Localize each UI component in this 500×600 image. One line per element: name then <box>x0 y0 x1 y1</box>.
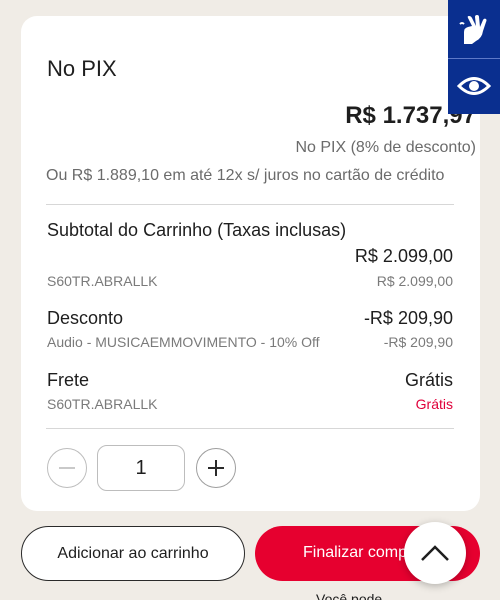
subtotal-label: Subtotal do Carrinho (Taxas inclusas) <box>47 220 347 240</box>
below-fold-text: Você pode <box>316 591 383 600</box>
shipping-sku-value: Grátis <box>415 396 453 412</box>
discount-coupon: Audio - MUSICAEMMOVIMENTO - 10% Off <box>47 334 320 350</box>
decrease-quantity-button[interactable] <box>47 448 87 488</box>
subtotal-value: R$ 2.099,00 <box>354 246 453 266</box>
minus-icon <box>59 467 75 469</box>
visual-accessibility-button[interactable] <box>448 58 500 113</box>
cart-summary-card: No PIX R$ 1.737,97 No PIX (8% de descont… <box>21 16 480 511</box>
eye-icon <box>457 77 491 95</box>
increase-quantity-button[interactable] <box>196 448 236 488</box>
accessibility-panel <box>448 0 500 114</box>
pix-discount-note: No PIX (8% de desconto) <box>295 139 476 156</box>
shipping-label: Frete <box>47 370 90 390</box>
discount-value: -R$ 209,90 <box>363 308 453 328</box>
sign-language-button[interactable] <box>448 3 500 58</box>
shipping-sku: S60TR.ABRALLK <box>47 396 158 412</box>
chevron-up-icon <box>421 545 449 561</box>
discount-label: Desconto <box>47 308 124 328</box>
sign-language-icon <box>459 14 487 44</box>
plus-icon <box>208 460 224 476</box>
quantity-input[interactable] <box>97 445 185 491</box>
payment-method-title: No PIX <box>47 56 117 81</box>
scroll-to-top-button[interactable] <box>404 522 466 584</box>
subtotal-sku-value: R$ 2.099,00 <box>376 273 453 289</box>
subtotal-sku: S60TR.ABRALLK <box>47 273 158 289</box>
discount-coupon-value: -R$ 209,90 <box>383 334 453 350</box>
divider <box>46 204 454 205</box>
add-to-cart-button[interactable]: Adicionar ao carrinho <box>21 526 245 581</box>
shipping-value: Grátis <box>404 370 453 390</box>
divider <box>46 428 454 429</box>
installments-note: Ou R$ 1.889,10 em até 12x s/ juros no ca… <box>46 167 445 184</box>
